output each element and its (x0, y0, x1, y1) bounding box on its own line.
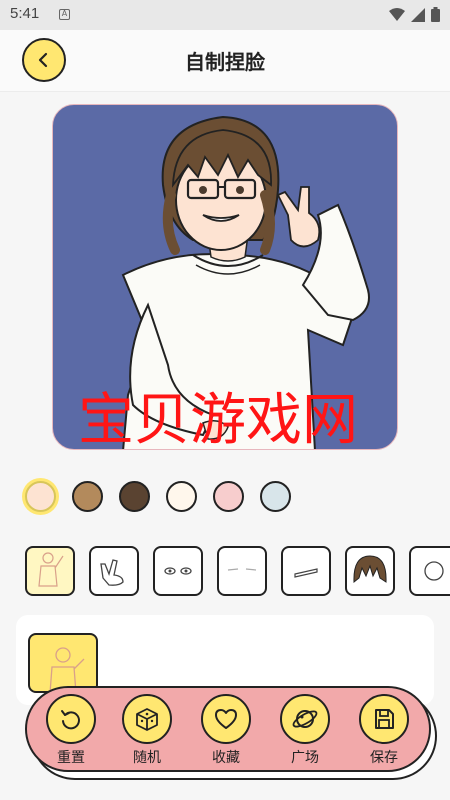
mouth-icon (294, 568, 318, 578)
swatch-skin-cream[interactable] (166, 481, 197, 512)
favorite-label: 收藏 (212, 750, 240, 766)
swatch-skin-pink[interactable] (213, 481, 244, 512)
color-swatches (25, 481, 291, 512)
eyes-icon (164, 567, 192, 575)
wifi-icon (389, 7, 405, 21)
eyebrows-icon (227, 568, 257, 571)
body-thumb-icon (38, 552, 64, 587)
part-categories (25, 546, 450, 598)
dice-icon (122, 694, 172, 744)
reset-button[interactable]: 重置 (36, 694, 106, 767)
swatch-skin-light[interactable] (25, 481, 56, 512)
plaza-button[interactable]: 广场 (270, 694, 340, 767)
reset-label: 重置 (57, 750, 85, 766)
swatch-skin-dark[interactable] (119, 481, 150, 512)
part-hair[interactable] (345, 546, 395, 596)
favorite-button[interactable]: 收藏 (191, 694, 261, 767)
heart-icon (201, 694, 251, 744)
action-bar-panel: 重置 随机 收藏 广场 保存 (25, 686, 431, 772)
battery-icon (431, 7, 440, 22)
signal-icon (411, 7, 425, 22)
notification-icon: A (59, 9, 70, 20)
body-pose-icon (49, 647, 85, 691)
watermark-text: 宝贝游戏网 (78, 388, 358, 453)
part-body[interactable] (25, 546, 75, 596)
part-hand[interactable] (89, 546, 139, 596)
accessory-icon (424, 561, 444, 581)
status-time: 5:41 (10, 5, 40, 22)
save-icon (359, 694, 409, 744)
status-bar: 5:41 A (0, 0, 450, 30)
hair-icon (353, 555, 387, 584)
status-icons (389, 7, 440, 22)
random-label: 随机 (133, 750, 161, 766)
reset-icon (46, 694, 96, 744)
save-label: 保存 (370, 750, 398, 766)
option-body-pose[interactable] (28, 633, 98, 693)
page-title: 自制捏脸 (185, 50, 265, 74)
planet-icon (280, 694, 330, 744)
peace-hand-icon (100, 559, 124, 586)
swatch-skin-blue[interactable] (260, 481, 291, 512)
part-accessory[interactable] (409, 546, 450, 596)
action-bar: 重置 随机 收藏 广场 保存 (25, 686, 437, 780)
part-eyebrows[interactable] (217, 546, 267, 596)
save-button[interactable]: 保存 (349, 694, 419, 767)
swatch-skin-tan[interactable] (72, 481, 103, 512)
part-eyes[interactable] (153, 546, 203, 596)
app-bar: 自制捏脸 (0, 30, 450, 92)
plaza-label: 广场 (291, 750, 319, 766)
random-button[interactable]: 随机 (112, 694, 182, 767)
part-mouth[interactable] (281, 546, 331, 596)
